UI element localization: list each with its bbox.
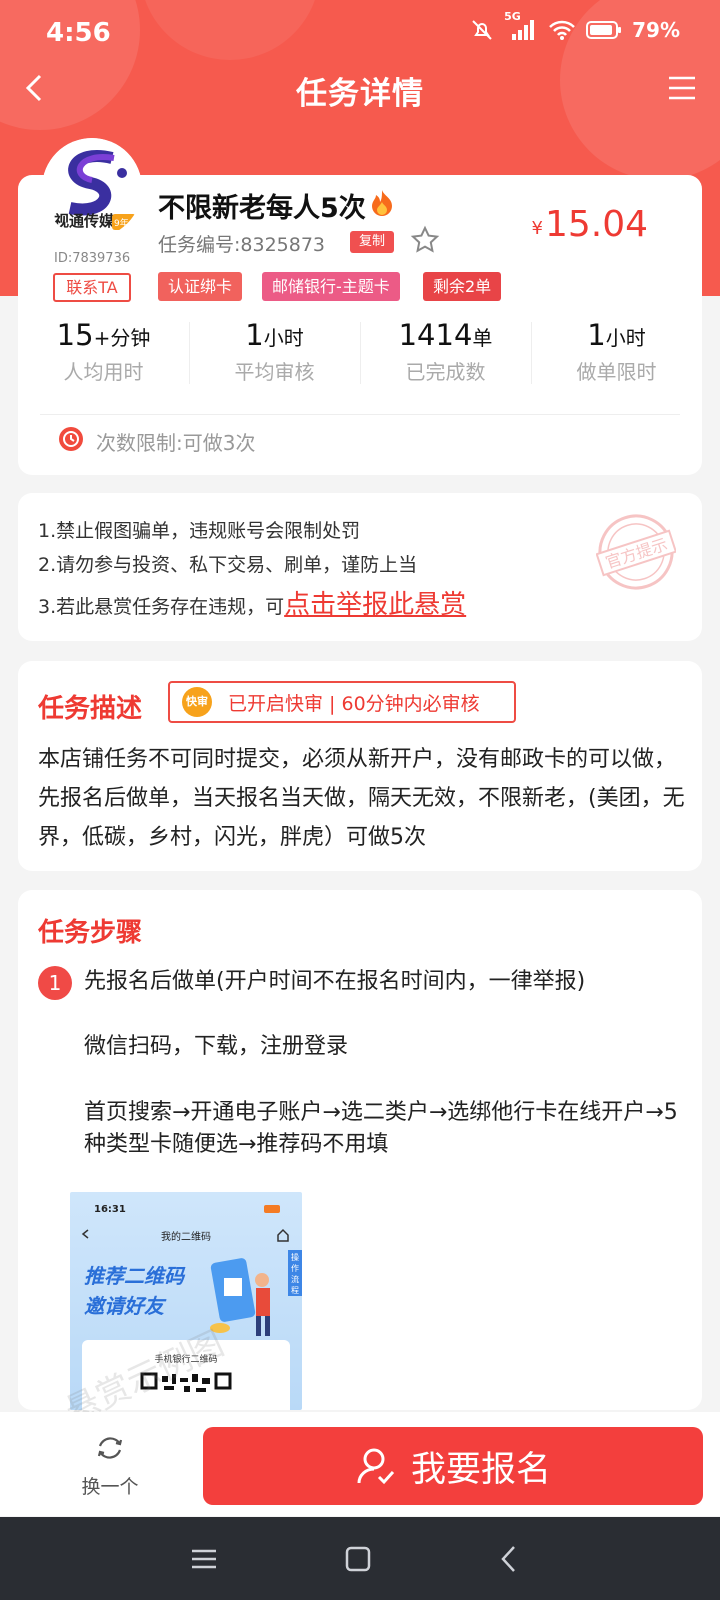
rule-line-1: 1.禁止假图骗单，违规账号会限制处罚 xyxy=(38,520,361,542)
example-status-bar: 16:31 xyxy=(70,1192,302,1222)
attempt-limit-text: 次数限制:可做3次 xyxy=(96,431,256,455)
star-icon xyxy=(410,225,440,253)
task-title: 不限新老每人5次 xyxy=(158,186,394,225)
fast-review-text: 已开启快审 | 60分钟内必审核 xyxy=(228,692,480,715)
stat-unit: +分钟 xyxy=(93,326,151,350)
stat-value: 1 xyxy=(587,318,606,352)
example-side-tab: 操作流程 xyxy=(288,1250,302,1296)
fast-review-icon: 快审 xyxy=(182,687,212,717)
description-title: 任务描述 xyxy=(38,694,143,724)
system-back-button[interactable] xyxy=(494,1543,526,1575)
example-illustration xyxy=(210,1258,270,1336)
status-icons: 5G 79% xyxy=(470,10,680,42)
task-title-text: 不限新老每人5次 xyxy=(158,193,366,224)
description-body: 本店铺任务不可同时提交，必须从新开户，没有邮政卡的可以做，先报名后做单，当天报名… xyxy=(38,747,685,850)
stat-completed: 1414单 已完成数 xyxy=(360,318,531,398)
steps-title: 任务步骤 xyxy=(38,918,143,948)
menu-button[interactable] xyxy=(666,72,698,104)
signal-icon: 5G xyxy=(504,10,538,42)
example-headline-1: 推荐二维码 xyxy=(84,1264,184,1288)
nav-bar: 任务详情 xyxy=(0,60,720,116)
merchant-logo-image: 视通传媒 9年卡 xyxy=(42,138,142,238)
swap-button[interactable]: 换一个 xyxy=(76,1432,144,1499)
mute-icon xyxy=(470,18,494,42)
hamburger-icon xyxy=(669,76,695,100)
stat-label: 做单限时 xyxy=(576,360,657,384)
fire-icon xyxy=(370,188,394,223)
chevron-left-icon xyxy=(501,1546,515,1572)
rule-line-2: 2.请勿参与投资、私下交易、刷单，谨防上当 xyxy=(38,554,418,576)
stat-unit: 单 xyxy=(472,326,493,350)
user-check-icon xyxy=(357,1448,395,1485)
rule-line-3-prefix: 3.若此悬赏任务存在违规，可 xyxy=(38,596,285,618)
status-bar: 4:56 5G 79% xyxy=(0,0,720,64)
divider xyxy=(40,414,680,415)
favorite-button[interactable] xyxy=(410,225,440,259)
stat-label: 已完成数 xyxy=(405,360,486,384)
example-back-icon xyxy=(81,1229,89,1239)
square-icon xyxy=(345,1546,371,1572)
step-line-2: 微信扫码，下载，注册登录 xyxy=(84,1034,349,1059)
signup-button[interactable]: 我要报名 xyxy=(203,1427,703,1505)
home-button[interactable] xyxy=(342,1543,374,1575)
tag-verify-card: 认证绑卡 xyxy=(158,272,243,301)
recent-apps-button[interactable] xyxy=(188,1543,220,1575)
example-headline-2: 邀请好友 xyxy=(84,1294,164,1318)
official-stamp: 官方提示 xyxy=(595,512,678,592)
stat-unit: 小时 xyxy=(605,326,646,350)
task-code: 任务编号:8325873 xyxy=(158,234,326,256)
stat-avg-time: 15+分钟 人均用时 xyxy=(18,318,189,398)
step-line-3: 首页搜索→开通电子账户→选二类户→选绑他行卡在线开户→5种类型卡随便选→推荐码不… xyxy=(84,1100,678,1157)
example-title: 我的二维码 xyxy=(161,1232,211,1243)
menu-icon xyxy=(192,1549,216,1569)
signup-label: 我要报名 xyxy=(410,1449,551,1490)
example-time: 16:31 xyxy=(94,1204,126,1215)
example-battery-icon xyxy=(264,1205,280,1213)
page-title: 任务详情 xyxy=(296,76,424,112)
step-number: 1 xyxy=(38,966,72,1000)
stat-value: 1 xyxy=(245,318,264,352)
merchant-logo[interactable]: 视通传媒 9年卡 xyxy=(42,138,142,238)
stat-unit: 小时 xyxy=(263,326,304,350)
wifi-icon xyxy=(548,18,576,42)
stat-label: 平均审核 xyxy=(234,360,315,384)
example-home-icon xyxy=(277,1228,289,1242)
merchant-logo-text: 视通传媒 xyxy=(54,212,115,230)
stat-value: 15 xyxy=(56,318,94,352)
report-link[interactable]: 点击举报此悬赏 xyxy=(284,590,466,620)
merchant-id: ID:7839736 xyxy=(54,251,131,266)
clock-icon xyxy=(58,426,84,457)
battery-level: 79% xyxy=(632,18,680,42)
stat-time-limit: 1小时 做单限时 xyxy=(531,318,702,398)
tag-remaining: 剩余2单 xyxy=(423,272,502,301)
stamp-icon: 官方提示 xyxy=(595,514,678,590)
stat-value: 1414 xyxy=(398,318,473,352)
fast-review-badge: 快审 已开启快审 | 60分钟内必审核 xyxy=(168,681,516,723)
refresh-icon xyxy=(97,1437,123,1459)
swap-label: 换一个 xyxy=(81,1476,139,1498)
system-nav-bar xyxy=(0,1517,720,1600)
attempt-limit: 次数限制:可做3次 xyxy=(58,426,255,457)
price-currency: ¥ xyxy=(531,218,543,239)
price-value: 15.04 xyxy=(544,204,648,245)
status-time: 4:56 xyxy=(46,18,111,48)
task-price: ¥15.04 xyxy=(531,204,648,245)
task-stats: 15+分钟 人均用时 1小时 平均审核 1414单 已完成数 1小时 做单限时 xyxy=(18,318,702,398)
stat-avg-review: 1小时 平均审核 xyxy=(189,318,360,398)
contact-button[interactable]: 联系TA xyxy=(53,273,131,302)
rule-line-3: 3.若此悬赏任务存在违规，可点击举报此悬赏 xyxy=(38,584,466,621)
battery-icon xyxy=(586,20,622,40)
stat-label: 人均用时 xyxy=(63,360,144,384)
step-heading: 先报名后做单(开户时间不在报名时间内，一律举报) xyxy=(84,969,586,994)
copy-button[interactable]: 复制 xyxy=(350,231,394,253)
tag-bank: 邮储银行-主题卡 xyxy=(262,272,400,301)
network-type: 5G xyxy=(504,10,521,23)
